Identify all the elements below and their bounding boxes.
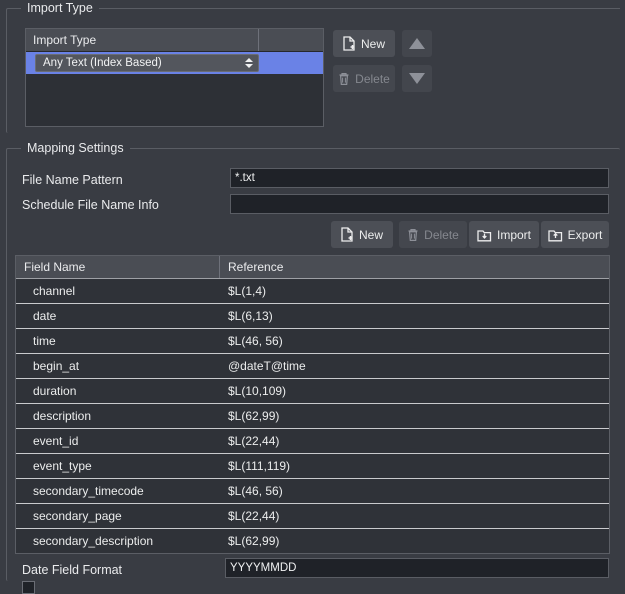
reference-cell: $L(22,44)	[220, 429, 609, 453]
table-row[interactable]: secondary_timecode$L(46, 56)	[16, 478, 609, 503]
new-document-icon	[343, 36, 356, 51]
import-type-delete-button[interactable]: Delete	[333, 65, 395, 92]
mapping-settings-group-title: Mapping Settings	[21, 141, 130, 155]
import-type-delete-label: Delete	[355, 72, 390, 86]
field-name-cell: description	[16, 404, 220, 428]
table-row[interactable]: description$L(62,99)	[16, 403, 609, 428]
field-mapping-table: Field Name Reference channel$L(1,4)date$…	[15, 255, 610, 554]
reference-cell: $L(111,119)	[220, 454, 609, 478]
file-name-pattern-input[interactable]	[230, 168, 609, 188]
import-type-listbox-header: Import Type	[26, 29, 323, 52]
import-type-column-header-empty[interactable]	[259, 29, 323, 51]
folder-export-icon	[548, 228, 563, 242]
file-name-pattern-label: File Name Pattern	[22, 173, 123, 187]
field-name-cell: secondary_timecode	[16, 479, 220, 503]
folder-import-icon	[477, 228, 492, 242]
mapping-delete-button[interactable]: Delete	[399, 221, 467, 248]
import-type-new-button[interactable]: New	[333, 30, 395, 57]
reference-cell: $L(62,99)	[220, 529, 609, 553]
mapping-new-button[interactable]: New	[331, 221, 393, 248]
triangle-down-icon	[409, 73, 425, 84]
table-row[interactable]: duration$L(10,109)	[16, 378, 609, 403]
spinner-up-icon	[245, 58, 253, 62]
reference-cell: $L(22,44)	[220, 504, 609, 528]
mapping-import-button[interactable]: Import	[469, 221, 539, 248]
table-row[interactable]: channel$L(1,4)	[16, 278, 609, 303]
field-mapping-table-body: channel$L(1,4)date$L(6,13)time$L(46, 56)…	[16, 278, 609, 553]
field-name-cell: channel	[16, 279, 220, 303]
import-type-combobox[interactable]: Any Text (Index Based)	[35, 54, 259, 72]
table-row[interactable]: event_type$L(111,119)	[16, 453, 609, 478]
schedule-file-name-info-input[interactable]	[230, 194, 609, 214]
reference-cell: $L(46, 56)	[220, 479, 609, 503]
table-row[interactable]: begin_at@dateT@time	[16, 353, 609, 378]
reference-column-header[interactable]: Reference	[220, 256, 609, 278]
import-type-combobox-value: Any Text (Index Based)	[43, 57, 244, 69]
date-field-format-input[interactable]	[225, 558, 609, 578]
combobox-spinner-icon[interactable]	[244, 58, 254, 68]
field-name-cell: event_id	[16, 429, 220, 453]
reference-cell: @dateT@time	[220, 354, 609, 378]
reference-cell: $L(10,109)	[220, 379, 609, 403]
import-type-move-down-button[interactable]	[402, 65, 432, 92]
import-type-new-label: New	[361, 37, 385, 51]
field-name-cell: secondary_page	[16, 504, 220, 528]
table-row[interactable]: time$L(46, 56)	[16, 328, 609, 353]
triangle-up-icon	[409, 38, 425, 49]
mapping-export-button[interactable]: Export	[541, 221, 609, 248]
date-field-format-label: Date Field Format	[22, 563, 122, 577]
table-row[interactable]: secondary_page$L(22,44)	[16, 503, 609, 528]
table-row[interactable]: event_id$L(22,44)	[16, 428, 609, 453]
trash-icon	[338, 72, 350, 86]
import-type-listbox[interactable]: Import Type Any Text (Index Based)	[25, 28, 324, 127]
reference-cell: $L(46, 56)	[220, 329, 609, 353]
import-type-selected-row[interactable]: Any Text (Index Based)	[26, 52, 323, 74]
reference-cell: $L(1,4)	[220, 279, 609, 303]
field-name-column-header[interactable]: Field Name	[16, 256, 220, 278]
bottom-checkbox[interactable]	[22, 581, 35, 594]
field-mapping-table-header: Field Name Reference	[16, 256, 609, 278]
mapping-delete-label: Delete	[424, 228, 459, 242]
field-name-cell: duration	[16, 379, 220, 403]
field-name-cell: begin_at	[16, 354, 220, 378]
reference-cell: $L(6,13)	[220, 304, 609, 328]
trash-icon	[407, 228, 419, 242]
spinner-down-icon	[245, 64, 253, 68]
import-type-column-header[interactable]: Import Type	[26, 29, 259, 51]
field-name-cell: secondary_description	[16, 529, 220, 553]
import-type-group-title: Import Type	[21, 1, 99, 15]
reference-cell: $L(62,99)	[220, 404, 609, 428]
field-name-cell: time	[16, 329, 220, 353]
field-name-cell: date	[16, 304, 220, 328]
table-row[interactable]: date$L(6,13)	[16, 303, 609, 328]
schedule-file-name-info-label: Schedule File Name Info	[22, 198, 159, 212]
mapping-new-label: New	[359, 228, 383, 242]
mapping-export-label: Export	[568, 228, 603, 242]
field-name-cell: event_type	[16, 454, 220, 478]
mapping-import-label: Import	[497, 228, 531, 242]
import-type-move-up-button[interactable]	[402, 30, 432, 57]
table-row[interactable]: secondary_description$L(62,99)	[16, 528, 609, 553]
new-document-icon	[341, 227, 354, 242]
